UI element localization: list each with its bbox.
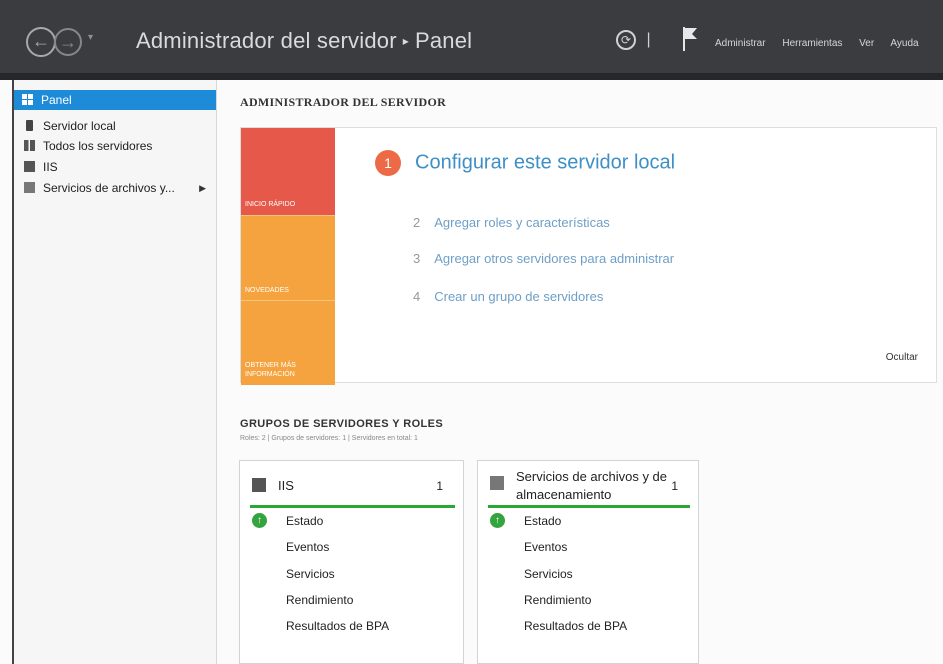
tile-label: OBTENER MÁS INFORMACIÓN [245,362,296,378]
card-row-status[interactable]: Estado [524,514,561,528]
file-services-icon [24,182,35,193]
step-label[interactable]: Agregar otros servidores para administra… [434,251,674,266]
menu-ver[interactable]: Ver [859,38,874,49]
status-ok-icon: ↑ [252,513,267,528]
card-header[interactable]: IIS 1 [240,461,463,509]
breadcrumb-separator-icon: ▸ [402,34,409,48]
status-bar [250,505,455,508]
step-number: 2 [413,215,421,230]
sidebar-item-label: Panel [41,93,72,107]
sidebar-item-all-servers[interactable]: Todos los servidores [16,136,214,156]
card-title: IIS [278,478,294,493]
forward-button[interactable]: → [54,28,82,56]
menu-bar: Administrar Herramientas Ver Ayuda [715,38,933,49]
page-title: ADMINISTRADOR DEL SERVIDOR [240,95,447,109]
tile-whats-new[interactable]: NOVEDADES [241,215,335,301]
sidebar-item-label: IIS [43,160,58,174]
dashboard-icon [22,94,33,105]
toolbar-separator: | [646,31,651,49]
card-title: Servicios de archivos y de almacenamient… [516,469,668,502]
history-dropdown-icon[interactable]: ▾ [88,32,93,43]
card-row-services[interactable]: Servicios [286,567,335,581]
role-card-iis[interactable]: IIS 1 ↑ Estado Eventos Servicios Rendimi… [239,460,464,664]
menu-ayuda[interactable]: Ayuda [890,38,918,49]
hide-link[interactable]: Ocultar [886,352,918,363]
expand-arrow-icon[interactable]: ▶ [199,178,206,198]
step-label[interactable]: Crear un grupo de servidores [434,289,603,304]
card-count: 1 [436,479,443,493]
card-header[interactable]: Servicios de archivos y de almacenamient… [478,461,698,509]
step-create-group[interactable]: 4 Crear un grupo de servidores [413,289,603,304]
step-number: 3 [413,251,421,266]
tile-label: NOVEDADES [245,287,289,294]
toolbar-icons: ⟳ | [606,30,659,50]
tile-learn-more[interactable]: OBTENER MÁS INFORMACIÓN [241,300,335,385]
breadcrumb-root[interactable]: Administrador del servidor [136,28,397,53]
card-row-events[interactable]: Eventos [286,540,329,554]
tile-quick-start[interactable]: INICIO RÁPIDO [241,128,335,215]
card-row-events[interactable]: Eventos [524,540,567,554]
step-label[interactable]: Configurar este servidor local [415,152,675,174]
breadcrumb: Administrador del servidor ▸ Panel [136,28,472,54]
role-card-file-services[interactable]: Servicios de archivos y de almacenamient… [477,460,699,664]
sidebar: Panel Servidor local Todos los servidore… [14,80,217,664]
server-icon [26,120,33,131]
card-row-services[interactable]: Servicios [524,567,573,581]
card-count: 1 [671,479,678,493]
step-add-servers[interactable]: 3 Agregar otros servidores para administr… [413,251,674,266]
groups-title: GRUPOS DE SERVIDORES Y ROLES [240,418,444,430]
step-add-roles[interactable]: 2 Agregar roles y características [413,215,610,230]
servers-icon [24,140,35,151]
card-row-status[interactable]: Estado [286,514,323,528]
sidebar-item-label: Todos los servidores [43,139,153,153]
groups-summary: Roles: 2 | Grupos de servidores: 1 | Ser… [240,435,418,442]
card-row-bpa[interactable]: Resultados de BPA [286,619,389,633]
card-row-performance[interactable]: Rendimiento [524,593,591,607]
sidebar-item-file-services[interactable]: Servicios de archivos y... ▶ [16,178,214,198]
notifications-flag-icon[interactable] [682,26,698,52]
back-button[interactable]: ← [26,27,56,57]
breadcrumb-current: Panel [414,28,473,53]
title-bar-bottom-strip [0,73,943,80]
menu-administrar[interactable]: Administrar [715,38,766,49]
sidebar-item-label: Servidor local [43,119,116,133]
iis-icon [24,161,35,172]
sidebar-item-label: Servicios de archivos y... [43,181,175,195]
sidebar-item-iis[interactable]: IIS [16,157,214,177]
refresh-icon[interactable]: ⟳ [616,30,636,50]
file-services-icon [490,476,504,490]
step-label[interactable]: Agregar roles y características [434,215,610,230]
tile-label: INICIO RÁPIDO [245,201,296,208]
status-ok-icon: ↑ [490,513,505,528]
quick-start-panel: INICIO RÁPIDO NOVEDADES OBTENER MÁS INFO… [240,127,937,385]
iis-icon [252,478,266,492]
sidebar-item-local-server[interactable]: Servidor local [16,116,214,136]
step-number-badge: 1 [375,150,401,176]
card-row-bpa[interactable]: Resultados de BPA [524,619,627,633]
sidebar-item-panel[interactable]: Panel [14,90,216,110]
card-row-performance[interactable]: Rendimiento [286,593,353,607]
step-number: 4 [413,289,421,304]
step-configure-local-server[interactable]: 1 Configurar este servidor local [375,150,675,176]
status-bar [488,505,690,508]
menu-herramientas[interactable]: Herramientas [782,38,842,49]
title-bar: ← → ▾ Administrador del servidor ▸ Panel ⟳… [0,0,943,80]
